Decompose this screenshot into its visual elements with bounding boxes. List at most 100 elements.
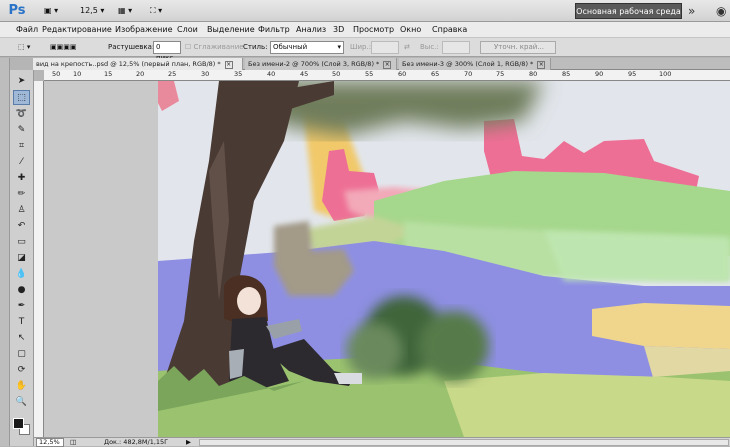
bush-light xyxy=(346,323,402,379)
refine-edge-button[interactable]: Уточн. край... xyxy=(480,41,556,54)
bush-mid xyxy=(419,311,489,381)
selection-mode-buttons[interactable]: ▣▣▣▣ xyxy=(50,41,100,54)
path-selection-tool-icon[interactable]: ↖ xyxy=(13,331,30,346)
close-icon[interactable]: × xyxy=(224,61,233,69)
clone-stamp-tool-icon[interactable]: ♙ xyxy=(13,203,30,218)
rectangle-tool-icon[interactable]: ▢ xyxy=(13,347,30,362)
cs-live-icon[interactable]: ◉ xyxy=(716,2,726,20)
hand-tool-icon[interactable]: ✋ xyxy=(13,379,30,394)
menu-bar: Файл Редактирование Изображение Слои Выд… xyxy=(0,22,730,38)
ruler-label: 25 xyxy=(168,70,177,78)
feather-label: Растушевка: xyxy=(108,43,155,51)
menu-item-filter[interactable]: Фильтр xyxy=(258,24,290,36)
zoom-level-value: 12,5 xyxy=(80,6,98,15)
tab-document-2[interactable]: Без имени-2 @ 700% (Слой 3, RGB/8) * × xyxy=(245,58,397,70)
dodge-tool-icon[interactable]: ● xyxy=(13,283,30,298)
style-select-value: Обычный xyxy=(273,43,308,51)
menu-item-view[interactable]: Просмотр xyxy=(353,24,394,36)
document-tabs: вид на крепость..psd @ 12,5% (первый пла… xyxy=(33,58,730,70)
menu-item-edit[interactable]: Редактирование xyxy=(42,24,112,36)
eraser-tool-icon[interactable]: ▭ xyxy=(13,235,30,250)
type-tool-icon[interactable]: T xyxy=(13,315,30,330)
history-brush-tool-icon[interactable]: ↶ xyxy=(13,219,30,234)
ruler-label: 50 xyxy=(332,70,341,78)
tool-preset-picker[interactable]: ⬚ ▾ xyxy=(18,41,40,54)
tool-options-bar: ⬚ ▾ ▣▣▣▣ Растушевка: 0 пикс. ☐ Сглаживан… xyxy=(0,38,730,62)
toolbox-collapse-strip[interactable] xyxy=(0,58,10,446)
girl-arm-left xyxy=(229,349,244,379)
style-select[interactable]: Обычный ▾ xyxy=(270,41,344,54)
document-canvas-area[interactable] xyxy=(44,81,730,437)
menu-item-image[interactable]: Изображение xyxy=(115,24,173,36)
brush-tool-icon[interactable]: ✏ xyxy=(13,187,30,202)
pen-tool-icon[interactable]: ✒ xyxy=(13,299,30,314)
spot-healing-tool-icon[interactable]: ✚ xyxy=(13,171,30,186)
artwork-canvas[interactable] xyxy=(44,81,730,437)
ruler-label: 100 xyxy=(659,70,672,78)
bridge-launch-button[interactable]: ▣ ▾ xyxy=(44,3,70,19)
ruler-label: 60 xyxy=(398,70,407,78)
ruler-label: 90 xyxy=(595,70,604,78)
girl-face xyxy=(237,287,261,315)
menu-item-layers[interactable]: Слои xyxy=(177,24,198,36)
tab-document-1[interactable]: вид на крепость..psd @ 12,5% (первый пла… xyxy=(33,58,243,70)
style-label: Стиль: xyxy=(243,43,268,51)
ruler-label: 20 xyxy=(136,70,145,78)
menu-item-analysis[interactable]: Анализ xyxy=(296,24,326,36)
ruler-label: 10 xyxy=(73,70,82,78)
ruler-label: 85 xyxy=(562,70,571,78)
ruler-label: 55 xyxy=(365,70,374,78)
vertical-ruler xyxy=(34,81,44,437)
ruler-label: 15 xyxy=(104,70,113,78)
sunlit-grass xyxy=(444,373,730,437)
3d-rotate-tool-icon[interactable]: ⟳ xyxy=(13,363,30,378)
ruler-label: 95 xyxy=(628,70,637,78)
tab-document-3[interactable]: Без имени-3 @ 300% (Слой 1, RGB/8) * × xyxy=(399,58,551,70)
ruler-label: 65 xyxy=(431,70,440,78)
close-icon[interactable]: × xyxy=(537,61,546,69)
workspace-switcher-button[interactable]: Основная рабочая среда xyxy=(575,3,682,19)
antialias-checkbox[interactable]: ☐ Сглаживание xyxy=(185,41,244,54)
more-workspaces-button[interactable]: » xyxy=(688,2,695,20)
feather-input[interactable]: 0 пикс. xyxy=(153,41,181,62)
menu-item-select[interactable]: Выделение xyxy=(207,24,255,36)
paint-bucket-tool-icon[interactable]: ◪ xyxy=(13,251,30,266)
crop-tool-icon[interactable]: ⌗ xyxy=(13,139,30,154)
foreground-color-swatch[interactable] xyxy=(13,418,24,429)
ruler-label: 45 xyxy=(300,70,309,78)
zoom-tool-icon[interactable]: 🔍 xyxy=(13,395,30,410)
move-tool-icon[interactable]: ➤ xyxy=(13,74,30,89)
application-bar: Ps ▣ ▾ 12,5 ▾ ▦ ▾ ⛶ ▾ Основная рабочая с… xyxy=(0,0,730,22)
arrange-documents-button[interactable]: ▦ ▾ xyxy=(118,3,140,19)
lake-reflection xyxy=(544,231,730,281)
horizontal-ruler: 50 10 15 20 25 30 35 40 45 50 55 60 65 7… xyxy=(44,70,730,81)
quick-selection-tool-icon[interactable]: ✎ xyxy=(13,123,30,138)
ruler-label: 70 xyxy=(464,70,473,78)
antialias-label: Сглаживание xyxy=(193,43,244,51)
rectangular-marquee-tool-icon[interactable]: ⬚ xyxy=(13,90,30,105)
ruler-label: 30 xyxy=(201,70,210,78)
tab-label: вид на крепость..psd @ 12,5% (первый пла… xyxy=(36,60,221,68)
menu-item-help[interactable]: Справка xyxy=(432,24,467,36)
toolbox: ➤ ⬚ ➰ ✎ ⌗ ⁄ ✚ ✏ ♙ ↶ ▭ ◪ 💧 ● ✒ T ↖ ▢ ⟳ ✋ … xyxy=(10,70,34,446)
pasteboard xyxy=(44,81,158,437)
swap-dimensions-icon[interactable]: ⇄ xyxy=(404,41,410,54)
eyedropper-tool-icon[interactable]: ⁄ xyxy=(13,155,30,170)
status-bar: 12,5% ◫ Док.: 482,8M/1,15Г ▶ xyxy=(34,437,730,447)
menu-item-3d[interactable]: 3D xyxy=(333,24,344,36)
width-input[interactable] xyxy=(371,41,399,54)
blur-tool-icon[interactable]: 💧 xyxy=(13,267,30,282)
screen-mode-button[interactable]: ⛶ ▾ xyxy=(150,3,172,19)
height-label: Выс.: xyxy=(420,43,439,51)
zoom-level-dropdown[interactable]: 12,5 ▾ xyxy=(80,3,106,19)
menu-item-file[interactable]: Файл xyxy=(16,24,38,36)
chevron-down-icon: ▾ xyxy=(337,43,341,51)
ruler-label: 35 xyxy=(234,70,243,78)
close-icon[interactable]: × xyxy=(383,61,392,69)
ruler-label: 75 xyxy=(496,70,505,78)
horizontal-scrollbar[interactable] xyxy=(199,439,729,446)
height-input[interactable] xyxy=(442,41,470,54)
menu-item-window[interactable]: Окно xyxy=(400,24,421,36)
width-label: Шир.: xyxy=(350,43,372,51)
lasso-tool-icon[interactable]: ➰ xyxy=(13,107,30,122)
